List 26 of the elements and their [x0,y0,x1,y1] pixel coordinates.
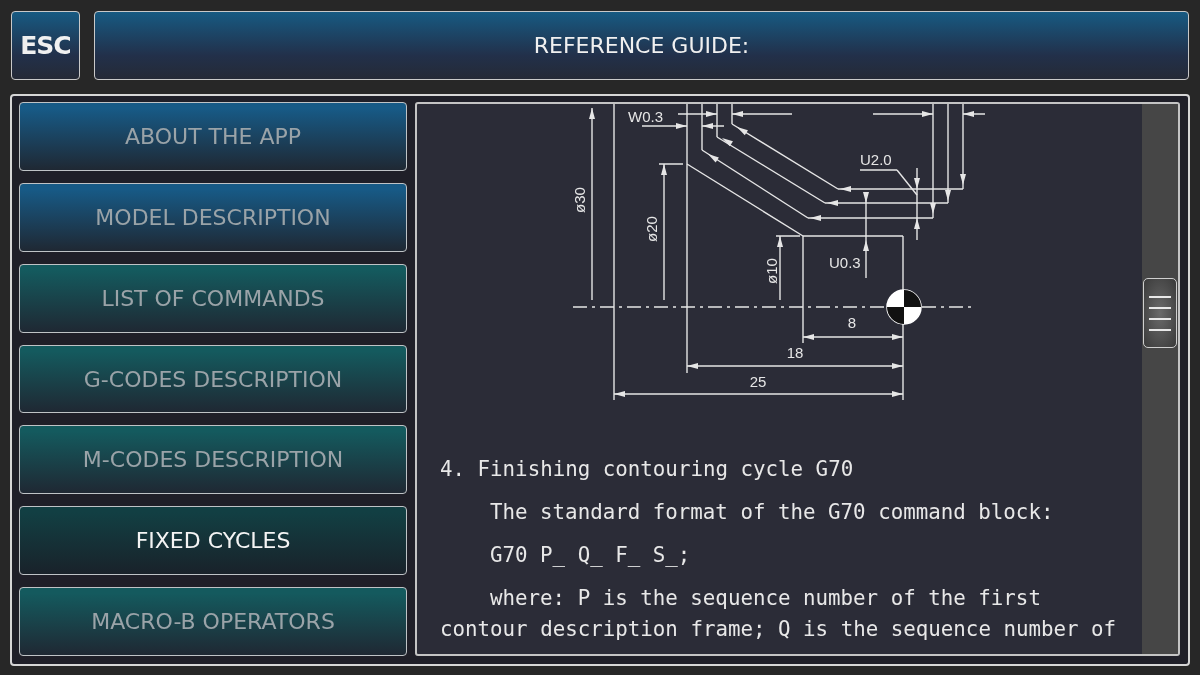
grip-icon [1149,295,1171,331]
dimension-label: U0.3 [829,254,861,271]
dimension-label: 8 [847,314,857,331]
paragraph: The standard format of the G70 command block: [489,499,1055,526]
title-bar: REFERENCE GUIDE: [94,11,1189,80]
origin-marker-icon [886,289,922,325]
dimension-label: ø30 [571,187,588,213]
sidebar-button[interactable]: M-CODES DESCRIPTION [19,425,407,495]
sidebar-button[interactable]: FIXED CYCLES [19,506,407,576]
section-heading: 4. Finishing contouring cycle G70 [440,456,855,483]
dimension-label: W0.3 [628,108,663,125]
paragraph: where: P is the sequence number of the first contour description frame; Q is the sequence number of [440,585,1118,643]
sidebar-button[interactable]: G-CODES DESCRIPTION [19,344,407,414]
sidebar-button[interactable]: MACRO-B OPERATORS [19,587,407,656]
dimension-label: U2.0 [860,151,892,168]
dimension-label: ø20 [643,216,660,242]
sidebar-button[interactable]: ABOUT THE APP [19,102,407,171]
esc-button[interactable]: ESC [11,11,80,80]
dimension-label: 25 [749,373,767,390]
dimension-label: ø10 [763,258,780,284]
sidebar-button[interactable]: MODEL DESCRIPTION [19,182,407,252]
scroll-thumb[interactable] [1143,278,1177,348]
paragraph: G70 P_ Q_ F_ S_; [489,542,692,569]
scrollbar-track[interactable] [1142,104,1178,654]
sidebar-button[interactable]: LIST OF COMMANDS [19,263,407,333]
dimension-label: 18 [786,344,804,361]
